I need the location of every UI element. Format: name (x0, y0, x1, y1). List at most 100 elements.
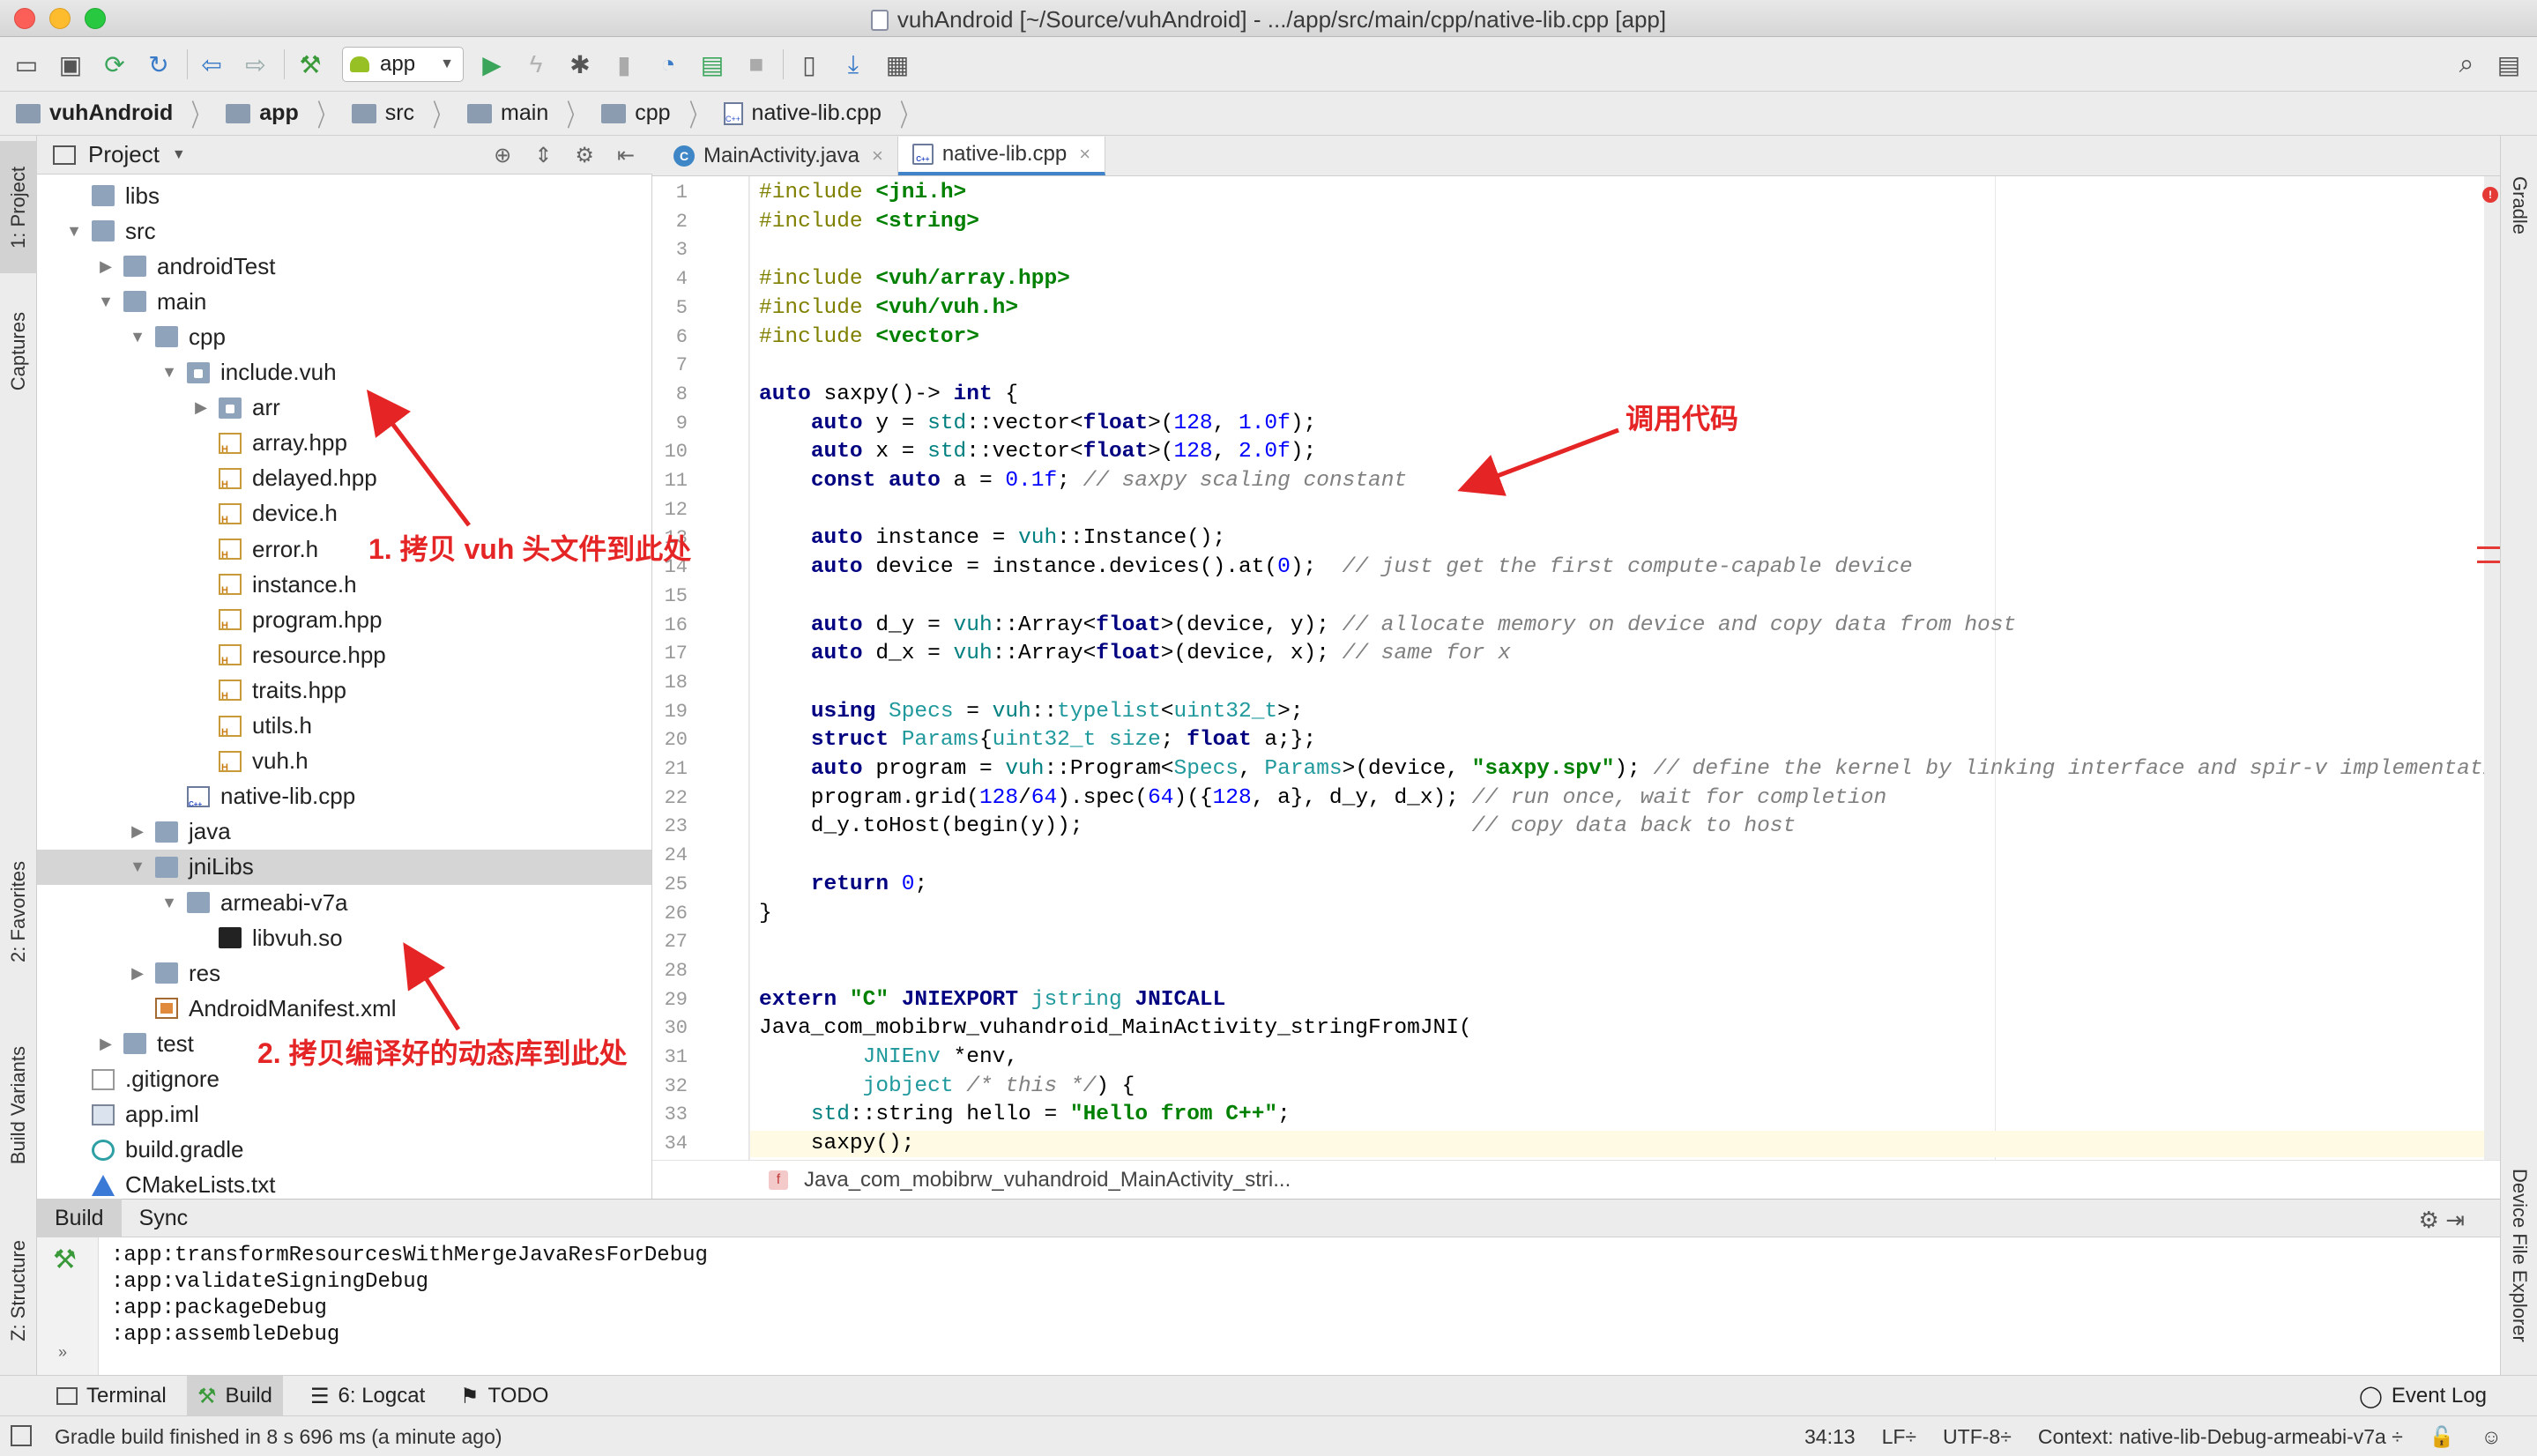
code-line[interactable]: return 0; (750, 872, 2484, 898)
editor-scrollbar[interactable]: ! (2477, 176, 2500, 1160)
tree-item[interactable]: CMakeLists.txt (37, 1168, 651, 1199)
coverage-icon[interactable]: ▤ (696, 48, 728, 80)
chevron-down-icon[interactable]: ▼ (97, 293, 115, 311)
settings-icon[interactable]: ▤ (2493, 48, 2525, 80)
tab-project[interactable]: 1: Project (0, 141, 37, 273)
tab-build-bottom[interactable]: ⚒ Build (187, 1376, 283, 1416)
chevron-right-icon[interactable]: ▶ (97, 257, 115, 276)
refresh-icon[interactable]: ↻ (143, 48, 175, 80)
tree-item[interactable]: build.gradle (37, 1133, 651, 1168)
error-stripe-mark[interactable] (2477, 561, 2500, 563)
code-line[interactable]: auto d_x = vuh::Array<float>(device, x);… (750, 641, 2484, 667)
tree-item[interactable]: AndroidManifest.xml (37, 991, 651, 1026)
gear-icon[interactable]: ⚙ (575, 143, 594, 168)
tree-item[interactable]: ▼ src (37, 213, 651, 249)
tree-item[interactable]: ▼ jniLibs (37, 849, 651, 885)
expand-icon[interactable]: » (58, 1343, 67, 1362)
code-line[interactable]: struct Params{uint32_t size; float a;}; (750, 727, 2484, 754)
search-icon[interactable]: ⌕ (2451, 48, 2482, 80)
back-arrow-icon[interactable]: ⇦ (196, 48, 227, 80)
code-line[interactable] (750, 353, 2484, 379)
tab-captures[interactable]: Captures (0, 286, 37, 418)
code-line[interactable]: auto instance = vuh::Instance(); (750, 525, 2484, 552)
close-icon[interactable]: × (872, 145, 883, 167)
apply-changes-icon[interactable]: ϟ (520, 48, 552, 80)
tab-event-log[interactable]: ◯ Event Log (2348, 1376, 2497, 1416)
chevron-down-icon[interactable]: ▼ (160, 363, 178, 382)
code-line[interactable]: extern "C" JNIEXPORT jstring JNICALL (750, 987, 2484, 1014)
tab-terminal[interactable]: Terminal (46, 1376, 177, 1416)
tab-sync[interactable]: Sync (122, 1199, 206, 1237)
chevron-right-icon[interactable]: ▶ (192, 398, 210, 417)
tab-build-variants[interactable]: Build Variants (0, 1017, 37, 1193)
code-line[interactable] (750, 929, 2484, 955)
tree-item[interactable]: program.hpp (37, 602, 651, 637)
code-line[interactable] (750, 670, 2484, 696)
build-hammer-icon[interactable]: ⚒ (53, 1244, 77, 1275)
code-line[interactable] (750, 843, 2484, 869)
lock-icon[interactable]: 🔓 (2429, 1425, 2455, 1449)
tree-item[interactable]: libvuh.so (37, 920, 651, 955)
function-breadcrumb[interactable]: f Java_com_mobibrw_vuhandroid_MainActivi… (652, 1160, 2500, 1199)
code-line[interactable] (750, 497, 2484, 524)
stop-icon[interactable]: ■ (740, 48, 772, 80)
tree-item[interactable]: instance.h (37, 567, 651, 602)
tool-window-toggle-icon[interactable] (11, 1425, 32, 1446)
inspector-icon[interactable]: ☺ (2481, 1425, 2502, 1449)
error-indicator-icon[interactable]: ! (2482, 187, 2498, 203)
chevron-down-icon[interactable]: ▼ (129, 858, 146, 876)
tree-item[interactable]: array.hpp (37, 426, 651, 461)
tab-device-file-explorer[interactable]: Device File Explorer (2501, 1140, 2537, 1370)
chevron-down-icon[interactable]: ▼ (129, 328, 146, 346)
tree-item[interactable]: native-lib.cpp (37, 779, 651, 814)
debug-icon[interactable]: ✱ (564, 48, 596, 80)
code-line[interactable]: #include <vector> (750, 324, 2484, 351)
tree-item[interactable]: ▼ main (37, 284, 651, 319)
tab-structure[interactable]: Z: Structure (0, 1211, 37, 1370)
tree-item[interactable]: vuh.h (37, 744, 651, 779)
code-line[interactable]: const auto a = 0.1f; // saxpy scaling co… (750, 468, 2484, 494)
build-context[interactable]: Context: native-lib-Debug-armeabi-v7a ÷ (2038, 1425, 2403, 1449)
code-line[interactable]: JNIEnv *env, (750, 1044, 2484, 1071)
breadcrumb-item-cpp[interactable]: cpp (601, 100, 671, 126)
tab-mainactivity-java[interactable]: C MainActivity.java × (659, 137, 898, 175)
code-line[interactable]: } (750, 901, 2484, 927)
chevron-down-icon[interactable]: ▼ (65, 222, 83, 241)
code-line[interactable]: auto x = std::vector<float>(128, 2.0f); (750, 439, 2484, 465)
sdk-manager-icon[interactable]: ⤓ (837, 48, 869, 80)
tab-logcat[interactable]: ☰ 6: Logcat (300, 1376, 435, 1416)
code-line[interactable]: auto y = std::vector<float>(128, 1.0f); (750, 411, 2484, 437)
collapse-all-icon[interactable]: ⇕ (534, 143, 552, 168)
tree-item[interactable]: ▶ res (37, 955, 651, 991)
forward-arrow-icon[interactable]: ⇨ (240, 48, 272, 80)
code-line[interactable]: #include <vuh/vuh.h> (750, 295, 2484, 322)
code-line[interactable]: d_y.toHost(begin(y)); // copy data back … (750, 813, 2484, 840)
tree-item[interactable]: ▶ arr (37, 390, 651, 426)
breadcrumb-item-main[interactable]: main (467, 100, 548, 126)
avd-manager-icon[interactable]: ▯ (793, 48, 825, 80)
code-line[interactable] (750, 583, 2484, 610)
code-line[interactable] (750, 958, 2484, 984)
code-line[interactable]: #include <string> (750, 209, 2484, 235)
code-line[interactable] (750, 237, 2484, 264)
code-line[interactable]: program.grid(128/64).spec(64)({128, a}, … (750, 785, 2484, 812)
tree-item[interactable]: ▶ androidTest (37, 249, 651, 284)
breadcrumb-item-app[interactable]: app (226, 100, 299, 126)
gear-icon[interactable]: ⚙ ⇥ (2419, 1207, 2465, 1234)
code-line[interactable]: jobject /* this */) { (750, 1073, 2484, 1100)
tree-item[interactable]: delayed.hpp (37, 461, 651, 496)
tree-item[interactable]: ▼ include.vuh (37, 355, 651, 390)
tab-todo[interactable]: ⚑ TODO (450, 1376, 559, 1416)
build-hammer-icon[interactable]: ⚒ (294, 48, 326, 80)
chevron-down-icon[interactable]: ▼ (160, 894, 178, 912)
file-encoding[interactable]: UTF-8÷ (1943, 1425, 2012, 1449)
code-line[interactable]: auto device = instance.devices().at(0); … (750, 554, 2484, 581)
code-editor[interactable]: #include <jni.h> #include <string> #inclu… (750, 176, 2484, 1160)
sync-icon[interactable]: ⟳ (99, 48, 130, 80)
tree-item[interactable]: libs (37, 178, 651, 213)
code-line[interactable]: saxpy(); (750, 1131, 2484, 1158)
code-line[interactable]: #include <vuh/array.hpp> (750, 266, 2484, 293)
tree-item[interactable]: ▶ java (37, 814, 651, 850)
project-structure-icon[interactable]: ▦ (882, 48, 913, 80)
run-icon[interactable]: ▶ (476, 48, 508, 80)
